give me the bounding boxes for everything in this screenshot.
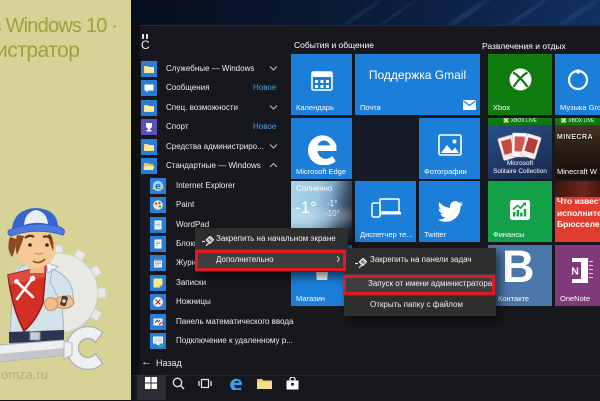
svg-text:e: e <box>155 182 161 193</box>
svg-text:N: N <box>571 266 579 278</box>
